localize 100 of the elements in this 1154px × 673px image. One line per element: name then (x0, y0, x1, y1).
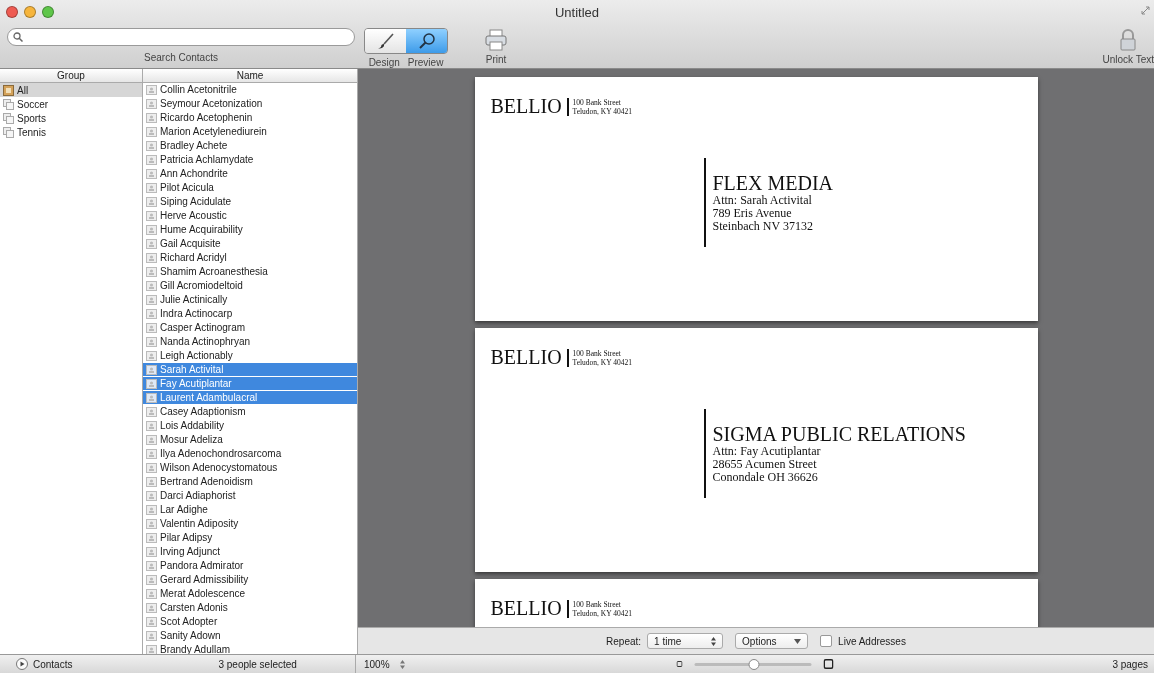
preview-mode-button[interactable] (406, 29, 447, 53)
contact-card-icon (146, 476, 157, 487)
mode-label: Preview (407, 57, 444, 68)
contact-row[interactable]: Ann Achondrite (143, 167, 357, 181)
repeat-select[interactable]: 1 time (647, 633, 724, 649)
sender-name: BELLIO (490, 95, 562, 118)
contact-row[interactable]: Wilson Adenocystomatous (143, 461, 357, 475)
contact-row[interactable]: Ilya Adenochondrosarcoma (143, 447, 357, 461)
search-field[interactable] (7, 28, 355, 46)
contact-card-icon (146, 98, 157, 109)
contact-row[interactable]: Bradley Achete (143, 139, 357, 153)
contact-row[interactable]: Mosur Adeliza (143, 433, 357, 447)
contact-row[interactable]: Sanity Adown (143, 629, 357, 643)
contact-row[interactable]: Indra Actinocarp (143, 307, 357, 321)
live-addresses-checkbox[interactable] (820, 635, 833, 647)
contact-row[interactable]: Collin Acetonitrile (143, 83, 357, 97)
group-item[interactable]: Sports (0, 111, 142, 125)
contact-row[interactable]: Darci Adiaphorist (143, 489, 357, 503)
large-square-icon (823, 659, 834, 669)
group-column-header[interactable]: Group (0, 69, 142, 83)
contact-row[interactable]: Fay Acutiplantar (143, 377, 357, 391)
contact-row[interactable]: Richard Acridyl (143, 251, 357, 265)
contact-card-icon (146, 406, 157, 417)
view-mode-control[interactable] (364, 28, 448, 54)
contact-card-icon (146, 364, 157, 375)
contact-row[interactable]: Sarah Activital (143, 363, 357, 377)
contact-row[interactable]: Hume Acquirability (143, 223, 357, 237)
contact-row[interactable]: Gerard Admissibility (143, 573, 357, 587)
contact-row[interactable]: Irving Adjunct (143, 545, 357, 559)
contact-card-icon (146, 532, 157, 543)
page-count: 3 pages (1112, 658, 1148, 670)
options-dropdown[interactable]: Options (735, 633, 809, 649)
contact-row[interactable]: Casey Adaptionism (143, 405, 357, 419)
contact-card-icon (146, 294, 157, 305)
contact-row[interactable]: Gail Acquisite (143, 237, 357, 251)
contact-card-icon (146, 546, 157, 557)
contact-row[interactable]: Gill Acromiodeltoid (143, 279, 357, 293)
contact-row[interactable]: Marion Acetylenediurein (143, 125, 357, 139)
group-item[interactable]: Tennis (0, 125, 142, 139)
contact-row[interactable]: Lar Adighe (143, 503, 357, 517)
print-button[interactable]: Print (484, 28, 508, 65)
design-mode-button[interactable] (365, 29, 406, 53)
contact-row[interactable]: Laurent Adambulacral (143, 391, 357, 405)
stepper-icon (711, 636, 717, 646)
contact-card-icon (146, 252, 157, 263)
contacts-label: Contacts (33, 658, 73, 670)
contact-card-icon (146, 434, 157, 445)
contact-row[interactable]: Julie Actinically (143, 293, 357, 307)
slider-thumb[interactable] (748, 658, 759, 670)
contact-row[interactable]: Lois Addability (143, 419, 357, 433)
contact-row[interactable]: Seymour Acetonization (143, 97, 357, 111)
contact-card-icon (146, 266, 157, 277)
selection-count: 3 people selected (218, 658, 297, 670)
contact-row[interactable]: Bertrand Adenoidism (143, 475, 357, 489)
contact-row[interactable]: Merat Adolescence (143, 587, 357, 601)
search-label: Search Contacts (144, 52, 218, 63)
contact-card-icon (146, 84, 157, 95)
contact-row[interactable]: Valentin Adiposity (143, 517, 357, 531)
group-item[interactable]: All (0, 83, 142, 97)
repeat-label: Repeat: (606, 635, 642, 647)
fullscreen-icon[interactable] (1141, 6, 1150, 15)
zoom-level: 100% (364, 658, 390, 670)
sender-name: BELLIO (490, 346, 562, 369)
unlock-text-button[interactable]: Unlock Text (1102, 28, 1154, 65)
search-icon (13, 32, 23, 42)
contact-card-icon (146, 210, 157, 221)
contact-card-icon (146, 308, 157, 319)
contact-row[interactable]: Pilar Adipsy (143, 531, 357, 545)
contact-card-icon (146, 154, 157, 165)
mode-label: Design (368, 57, 400, 68)
group-item[interactable]: Soccer (0, 97, 142, 111)
window-title: Untitled (554, 4, 600, 20)
contact-row[interactable]: Nanda Actinophryan (143, 335, 357, 349)
contact-row[interactable]: Herve Acoustic (143, 209, 357, 223)
contact-row[interactable]: Pandora Admirator (143, 559, 357, 573)
contact-row[interactable]: Scot Adopter (143, 615, 357, 629)
contact-card-icon (146, 126, 157, 137)
contact-row[interactable]: Siping Acidulate (143, 195, 357, 209)
play-icon[interactable] (16, 658, 28, 670)
contact-card-icon (146, 196, 157, 207)
contact-row[interactable]: Casper Actinogram (143, 321, 357, 335)
zoom-button[interactable] (42, 6, 54, 18)
dropdown-arrow-icon (794, 638, 802, 644)
recipient-address: SIGMA PUBLIC RELATIONS Attn: Fay Acutiplantar 28655 Acumen Street Conondale OH 36626 (703, 409, 1022, 498)
recipient-address: FLEX MEDIA Attn: Sarah Activital 789 Eris Avenue Steinbach NV 37132 (703, 158, 1022, 247)
contact-card-icon (146, 504, 157, 515)
group-cards-icon (3, 126, 14, 138)
address-book-icon (3, 84, 14, 96)
contact-card-icon (146, 238, 157, 249)
name-column-header[interactable]: Name (143, 69, 357, 83)
minimize-button[interactable] (24, 6, 36, 18)
stepper-icon[interactable] (399, 659, 405, 669)
contact-card-icon (146, 378, 157, 389)
contact-row[interactable]: Pilot Acicula (143, 181, 357, 195)
contact-row[interactable]: Carsten Adonis (143, 601, 357, 615)
magnifier-icon (417, 32, 436, 50)
contact-row[interactable]: Patricia Achlamydate (143, 153, 357, 167)
contact-row[interactable]: Shamim Acroanesthesia (143, 265, 357, 279)
contact-row[interactable]: Ricardo Acetophenin (143, 111, 357, 125)
close-button[interactable] (6, 6, 18, 18)
